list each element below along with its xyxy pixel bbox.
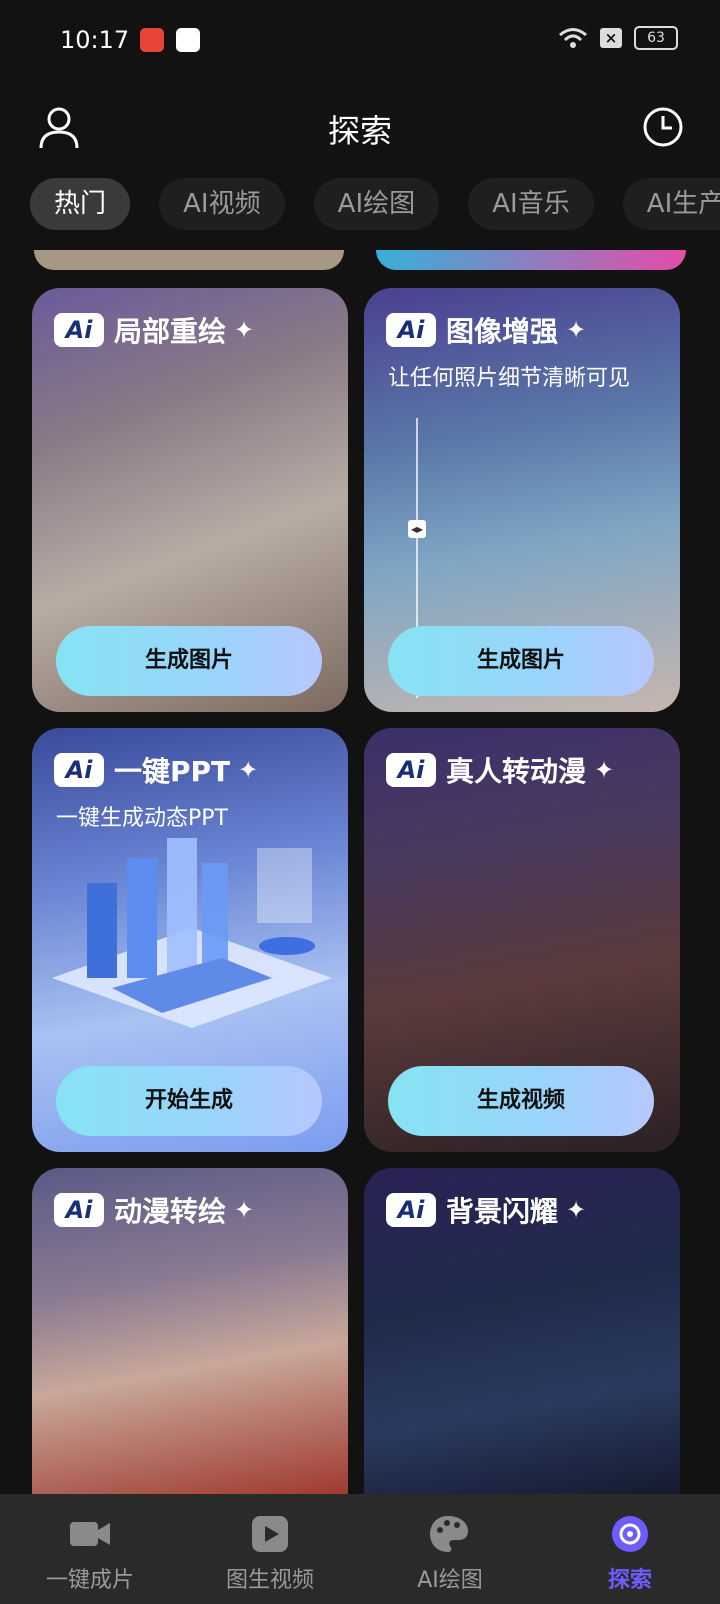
app-notification-icon <box>176 28 200 52</box>
header: 探索 <box>0 92 720 162</box>
tab-hot[interactable]: 热门 <box>30 178 131 230</box>
nav-label: 探索 <box>607 1568 652 1593</box>
generate-image-button[interactable]: 生成图片 <box>388 626 654 696</box>
card-title: 图像增强 <box>446 315 559 348</box>
ai-badge: Ai <box>386 753 436 787</box>
feature-card-anime[interactable]: Ai 真人转动漫 ✦ 生成视频 <box>364 728 680 1152</box>
nav-one-click-video[interactable]: 一键成片 <box>0 1494 180 1604</box>
feature-card-enhance[interactable]: ◂▸ Ai 图像增强 ✦ 让任何照片细节清晰可见 生成图片 <box>364 288 680 712</box>
status-icons: × 63 <box>558 26 678 50</box>
explore-icon <box>612 1516 648 1552</box>
bottom-nav: 一键成片 图生视频 AI绘图 探索 <box>0 1494 720 1604</box>
tab-ai-drawing[interactable]: AI绘图 <box>313 178 440 230</box>
card-header: Ai 背景闪耀 ✦ <box>386 1190 586 1230</box>
generate-video-button[interactable]: 生成视频 <box>388 1066 654 1136</box>
card-title: 一键PPT <box>114 755 231 788</box>
palette-icon <box>430 1516 468 1552</box>
card-header: Ai 一键PPT ✦ <box>54 750 258 790</box>
card-header: Ai 动漫转绘 ✦ <box>54 1190 254 1230</box>
sparkle-icon: ✦ <box>238 756 259 784</box>
card-title: 背景闪耀 <box>446 1195 559 1228</box>
history-clock-icon[interactable] <box>640 104 686 150</box>
sparkle-icon: ✦ <box>234 1196 255 1224</box>
nav-image-to-video[interactable]: 图生视频 <box>180 1494 360 1604</box>
ai-badge: Ai <box>54 1193 104 1227</box>
ai-badge: Ai <box>386 313 436 347</box>
ppt-illustration <box>52 838 332 1028</box>
card-peek-right[interactable] <box>376 250 686 270</box>
feature-card-anime-redraw[interactable]: Ai 动漫转绘 ✦ <box>32 1168 348 1494</box>
compare-handle-icon[interactable]: ◂▸ <box>408 520 426 538</box>
wifi-icon <box>559 28 587 48</box>
ai-badge: Ai <box>386 1193 436 1227</box>
sparkle-icon: ✦ <box>566 316 587 344</box>
category-tabs: 热门 AI视频 AI绘图 AI音乐 AI生产 <box>30 178 720 234</box>
page-title: 探索 <box>327 112 392 150</box>
nav-ai-drawing[interactable]: AI绘图 <box>360 1494 540 1604</box>
card-header: Ai 真人转动漫 ✦ <box>386 750 614 790</box>
feature-card-inpaint[interactable]: Ai 局部重绘 ✦ 生成图片 <box>32 288 348 712</box>
video-camera-icon <box>70 1522 110 1546</box>
play-icon <box>252 1516 288 1552</box>
card-subtitle: 一键生成动态PPT <box>56 806 228 831</box>
card-title: 动漫转绘 <box>114 1195 227 1228</box>
tab-ai-video[interactable]: AI视频 <box>159 178 285 230</box>
sparkle-icon: ✦ <box>594 756 615 784</box>
tab-ai-production[interactable]: AI生产 <box>622 178 720 230</box>
card-header: Ai 局部重绘 ✦ <box>54 310 254 350</box>
sim-off-icon: × <box>600 28 622 48</box>
card-title: 真人转动漫 <box>446 755 587 788</box>
battery-icon: 63 <box>634 26 678 50</box>
ai-badge: Ai <box>54 313 104 347</box>
feature-card-ppt[interactable]: Ai 一键PPT ✦ 一键生成动态PPT 开始生成 <box>32 728 348 1152</box>
status-time: 10:17 <box>60 26 130 54</box>
feature-card-background-shine[interactable]: Ai 背景闪耀 ✦ <box>364 1168 680 1494</box>
sparkle-icon: ✦ <box>566 1196 587 1224</box>
status-bar: 10:17 × 63 <box>0 0 720 82</box>
nav-label: AI绘图 <box>417 1568 483 1593</box>
nav-label: 一键成片 <box>45 1568 134 1593</box>
tab-ai-music[interactable]: AI音乐 <box>468 178 594 230</box>
ai-badge: Ai <box>54 753 104 787</box>
nav-explore[interactable]: 探索 <box>540 1494 720 1604</box>
nav-label: 图生视频 <box>225 1568 314 1593</box>
start-generate-button[interactable]: 开始生成 <box>56 1066 322 1136</box>
card-subtitle: 让任何照片细节清晰可见 <box>388 366 631 391</box>
card-peek-left[interactable] <box>34 250 344 270</box>
card-title: 局部重绘 <box>114 315 227 348</box>
generate-image-button[interactable]: 生成图片 <box>56 626 322 696</box>
sparkle-icon: ✦ <box>234 316 255 344</box>
video-app-icon <box>140 28 164 52</box>
card-header: Ai 图像增强 ✦ <box>386 310 586 350</box>
